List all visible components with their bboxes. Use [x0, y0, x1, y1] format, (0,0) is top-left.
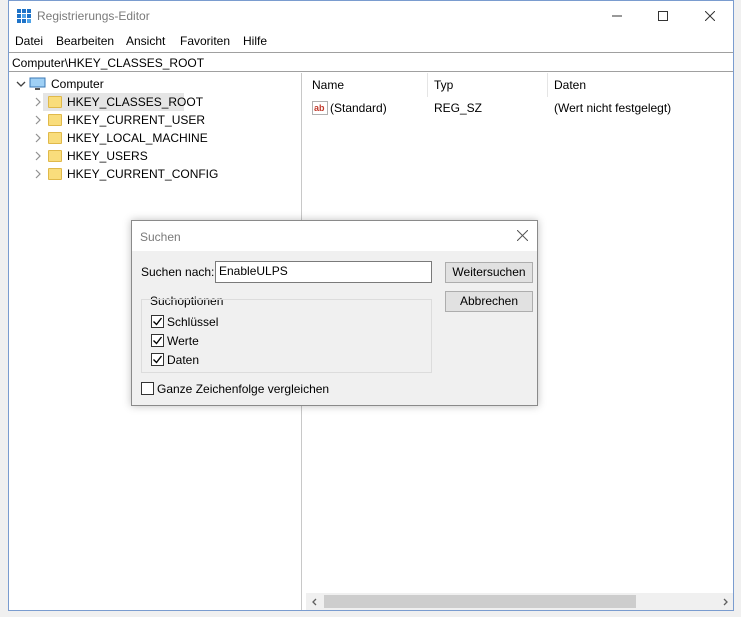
menu-favoriten[interactable]: Favoriten — [180, 34, 230, 48]
find-next-button[interactable]: Weitersuchen — [445, 262, 533, 283]
search-input-value: EnableULPS — [219, 264, 288, 278]
svg-text:ab: ab — [314, 103, 325, 113]
menu-bar: Datei Bearbeiten Ansicht Favoriten Hilfe — [9, 31, 733, 51]
value-name: (Standard) — [330, 101, 387, 115]
tree-item-hkey-current-user[interactable]: HKEY_CURRENT_USER — [35, 111, 243, 129]
value-data: (Wert nicht festgelegt) — [554, 101, 672, 115]
minimize-icon — [612, 15, 622, 17]
cancel-button[interactable]: Abbrechen — [445, 291, 533, 312]
tree-item-computer[interactable]: Computer — [9, 75, 299, 93]
close-icon — [516, 229, 528, 242]
checkmark-icon — [153, 355, 163, 364]
close-icon — [705, 11, 715, 21]
menu-hilfe[interactable]: Hilfe — [243, 34, 267, 48]
title-bar[interactable]: Registrierungs-Editor — [9, 1, 733, 31]
menu-datei[interactable]: Datei — [15, 34, 43, 48]
folder-icon — [48, 132, 62, 144]
horizontal-scrollbar[interactable] — [306, 593, 733, 610]
match-whole-string-label: Ganze Zeichenfolge vergleichen — [157, 382, 330, 396]
close-button[interactable] — [687, 1, 733, 31]
checkbox-values[interactable] — [151, 334, 164, 347]
tree-item-label: HKEY_USERS — [67, 149, 148, 163]
option-match-whole-string[interactable]: Ganze Zeichenfolge vergleichen — [141, 382, 391, 398]
checkbox-data[interactable] — [151, 353, 164, 366]
option-values-label: Werte — [167, 334, 199, 348]
window-title: Registrierungs-Editor — [37, 9, 150, 23]
dialog-title-bar[interactable]: Suchen — [132, 221, 537, 251]
chevron-right-icon[interactable] — [33, 133, 43, 143]
value-type: REG_SZ — [434, 101, 483, 115]
dialog-close-button[interactable] — [513, 227, 531, 245]
chevron-down-icon[interactable] — [16, 79, 26, 89]
computer-icon — [29, 77, 46, 90]
menu-ansicht[interactable]: Ansicht — [126, 34, 165, 48]
chevron-right-icon[interactable] — [33, 169, 43, 179]
scroll-right-button[interactable] — [716, 593, 733, 610]
folder-icon — [48, 168, 62, 180]
tree-item-label: HKEY_CLASSES_ROOT — [67, 95, 204, 109]
dialog-title: Suchen — [140, 230, 181, 244]
search-input[interactable]: EnableULPS — [215, 261, 432, 283]
tree-item-hkey-classes-root[interactable]: HKEY_CLASSES_ROOT — [35, 93, 203, 111]
regedit-app-icon — [17, 9, 31, 23]
chevron-right-icon — [723, 598, 728, 605]
address-path: Computer\HKEY_CLASSES_ROOT — [12, 56, 205, 70]
string-value-icon: ab — [312, 101, 328, 115]
option-keys-label: Schlüssel — [167, 315, 219, 329]
checkbox-match-whole-string[interactable] — [141, 382, 154, 395]
option-keys[interactable]: Schlüssel — [151, 315, 351, 331]
option-values[interactable]: Werte — [151, 334, 351, 350]
tree-item-hkey-local-machine[interactable]: HKEY_LOCAL_MACHINE — [35, 129, 243, 147]
tree-item-label: HKEY_CURRENT_CONFIG — [67, 167, 219, 181]
address-bar[interactable]: Computer\HKEY_CLASSES_ROOT — [9, 52, 733, 72]
option-data[interactable]: Daten — [151, 353, 351, 369]
checkbox-keys[interactable] — [151, 315, 164, 328]
maximize-button[interactable] — [640, 1, 686, 31]
scrollbar-thumb[interactable] — [324, 595, 636, 608]
folder-icon — [48, 150, 62, 162]
scroll-left-button[interactable] — [306, 593, 323, 610]
chevron-left-icon — [311, 598, 316, 605]
chevron-right-icon[interactable] — [33, 97, 43, 107]
folder-icon — [48, 114, 62, 126]
tree-item-hkey-current-config[interactable]: HKEY_CURRENT_CONFIG — [35, 165, 243, 183]
search-options-group: Schlüssel Werte Daten — [141, 299, 432, 373]
find-dialog: Suchen Suchen nach: EnableULPS Weitersuc… — [131, 220, 538, 406]
chevron-right-icon[interactable] — [33, 151, 43, 161]
chevron-right-icon[interactable] — [33, 115, 43, 125]
maximize-icon — [658, 11, 668, 21]
tree-item-label: Computer — [51, 77, 104, 91]
search-label: Suchen nach: — [141, 265, 215, 279]
tree-item-label: HKEY_CURRENT_USER — [67, 113, 206, 127]
minimize-button[interactable] — [594, 1, 640, 31]
list-item[interactable]: ab (Standard) REG_SZ (Wert nicht festgel… — [306, 73, 733, 123]
tree-item-label: HKEY_LOCAL_MACHINE — [67, 131, 208, 145]
checkmark-icon — [153, 336, 163, 345]
option-data-label: Daten — [167, 353, 200, 367]
folder-icon — [48, 96, 62, 108]
tree-item-hkey-users[interactable]: HKEY_USERS — [35, 147, 243, 165]
menu-bearbeiten[interactable]: Bearbeiten — [56, 34, 114, 48]
checkmark-icon — [153, 317, 163, 326]
